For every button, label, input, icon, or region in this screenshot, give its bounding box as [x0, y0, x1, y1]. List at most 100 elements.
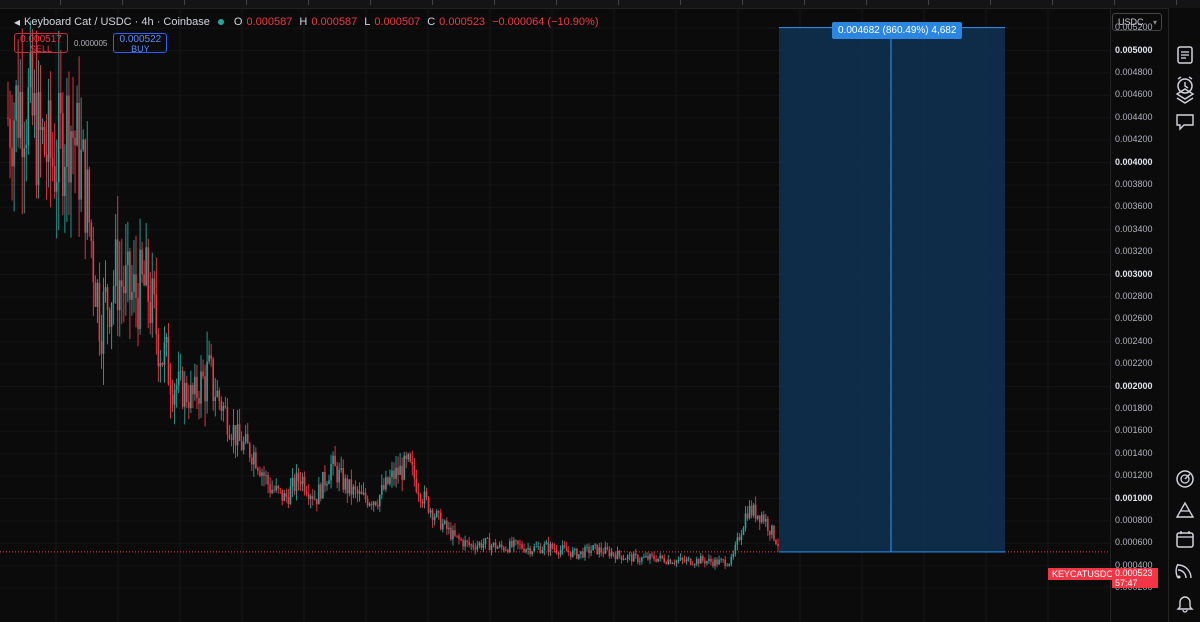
candle	[632, 551, 635, 562]
candle	[673, 559, 676, 566]
candle	[584, 544, 586, 561]
candle	[413, 457, 416, 487]
candle	[529, 545, 531, 557]
price-axis-label: 0.003400	[1115, 223, 1153, 234]
candle	[521, 541, 523, 550]
candle	[62, 92, 64, 216]
price-axis-label: 0.001000	[1115, 492, 1153, 503]
candle	[118, 241, 121, 337]
candle	[27, 68, 30, 155]
candle	[427, 496, 430, 515]
price-axis[interactable]: 0.005200 0.005000 0.004800 0.004600 0.004400…	[1110, 8, 1169, 622]
symbol-title[interactable]: Keyboard Cat / USDC · 4h · Coinbase	[24, 16, 210, 28]
candle	[214, 377, 217, 417]
candle	[129, 247, 131, 340]
candle	[60, 49, 62, 150]
candle	[671, 561, 674, 564]
candle	[504, 546, 507, 552]
candle	[462, 538, 464, 551]
candle	[486, 536, 489, 540]
price-axis-label: 0.004600	[1115, 89, 1153, 100]
ohlc-high-key: H	[299, 16, 308, 28]
candle	[84, 138, 87, 260]
candle	[758, 515, 761, 531]
candle	[722, 558, 724, 563]
candle	[765, 513, 767, 527]
candle	[490, 543, 493, 556]
candle	[439, 508, 442, 531]
candle	[578, 553, 580, 561]
price-axis-label: 0.001400	[1115, 447, 1153, 458]
candle	[285, 488, 288, 503]
candle	[498, 541, 501, 549]
candle	[494, 538, 497, 552]
triangle-icon[interactable]	[1175, 500, 1195, 520]
candle	[283, 489, 286, 502]
calendar-icon[interactable]	[1175, 529, 1195, 549]
candle	[368, 502, 371, 507]
candle	[468, 536, 470, 548]
bell-icon[interactable]	[1175, 593, 1195, 613]
candle	[762, 511, 765, 525]
sell-button[interactable]: 0.000517 SELL	[14, 33, 68, 54]
candle	[429, 507, 432, 518]
candle	[665, 560, 668, 565]
candle	[253, 444, 255, 477]
target-icon[interactable]	[1175, 469, 1195, 489]
currency-select[interactable]: USDC ▾	[1112, 13, 1162, 31]
candle	[171, 379, 174, 413]
candle	[82, 129, 84, 152]
layers-icon[interactable]	[1175, 86, 1195, 106]
candle	[279, 487, 282, 494]
price-axis-label: 0.004000	[1115, 156, 1153, 167]
buy-button[interactable]: 0.000522 BUY	[113, 33, 168, 54]
candle	[523, 543, 525, 553]
candle	[311, 488, 314, 506]
candle	[244, 424, 247, 445]
candle	[419, 492, 422, 508]
broadcast-icon[interactable]	[1175, 561, 1195, 581]
spread-value: 0.000005	[74, 38, 108, 48]
candle	[250, 454, 253, 471]
candle	[218, 387, 221, 411]
ohlc-high: 0.000587	[311, 16, 358, 28]
candle	[738, 533, 741, 542]
chat-icon[interactable]	[1175, 112, 1195, 132]
candle	[513, 537, 515, 553]
candle	[569, 552, 572, 560]
candle	[663, 554, 666, 564]
price-chart[interactable]	[0, 8, 1110, 622]
candle	[630, 552, 633, 566]
candle	[378, 494, 381, 513]
candle	[350, 469, 353, 505]
candle	[183, 370, 186, 425]
measure-box[interactable]	[779, 27, 1005, 552]
candle	[446, 517, 448, 535]
candle	[624, 557, 627, 560]
candle	[600, 542, 603, 557]
candle	[415, 469, 418, 494]
candle	[411, 450, 414, 476]
candle	[702, 554, 704, 564]
candle	[387, 476, 389, 486]
collapse-legend-icon[interactable]: ◂	[14, 15, 20, 29]
candle	[39, 65, 42, 178]
candle	[423, 485, 426, 509]
chart-area[interactable]	[0, 8, 1110, 622]
candle	[618, 549, 621, 559]
list-icon[interactable]	[1175, 45, 1195, 65]
candle	[655, 555, 657, 563]
candle	[151, 252, 154, 338]
candle	[305, 485, 308, 497]
candle	[53, 123, 56, 199]
candle	[334, 445, 336, 467]
chevron-down-icon: ▾	[1152, 18, 1157, 27]
candle	[614, 552, 617, 563]
candle	[102, 277, 105, 385]
candle	[720, 557, 722, 563]
candle	[626, 554, 629, 563]
symbol-price-tag: KEYCATUSDC	[1048, 568, 1117, 580]
candle	[628, 551, 631, 561]
candle	[519, 539, 521, 550]
candle	[222, 401, 225, 422]
